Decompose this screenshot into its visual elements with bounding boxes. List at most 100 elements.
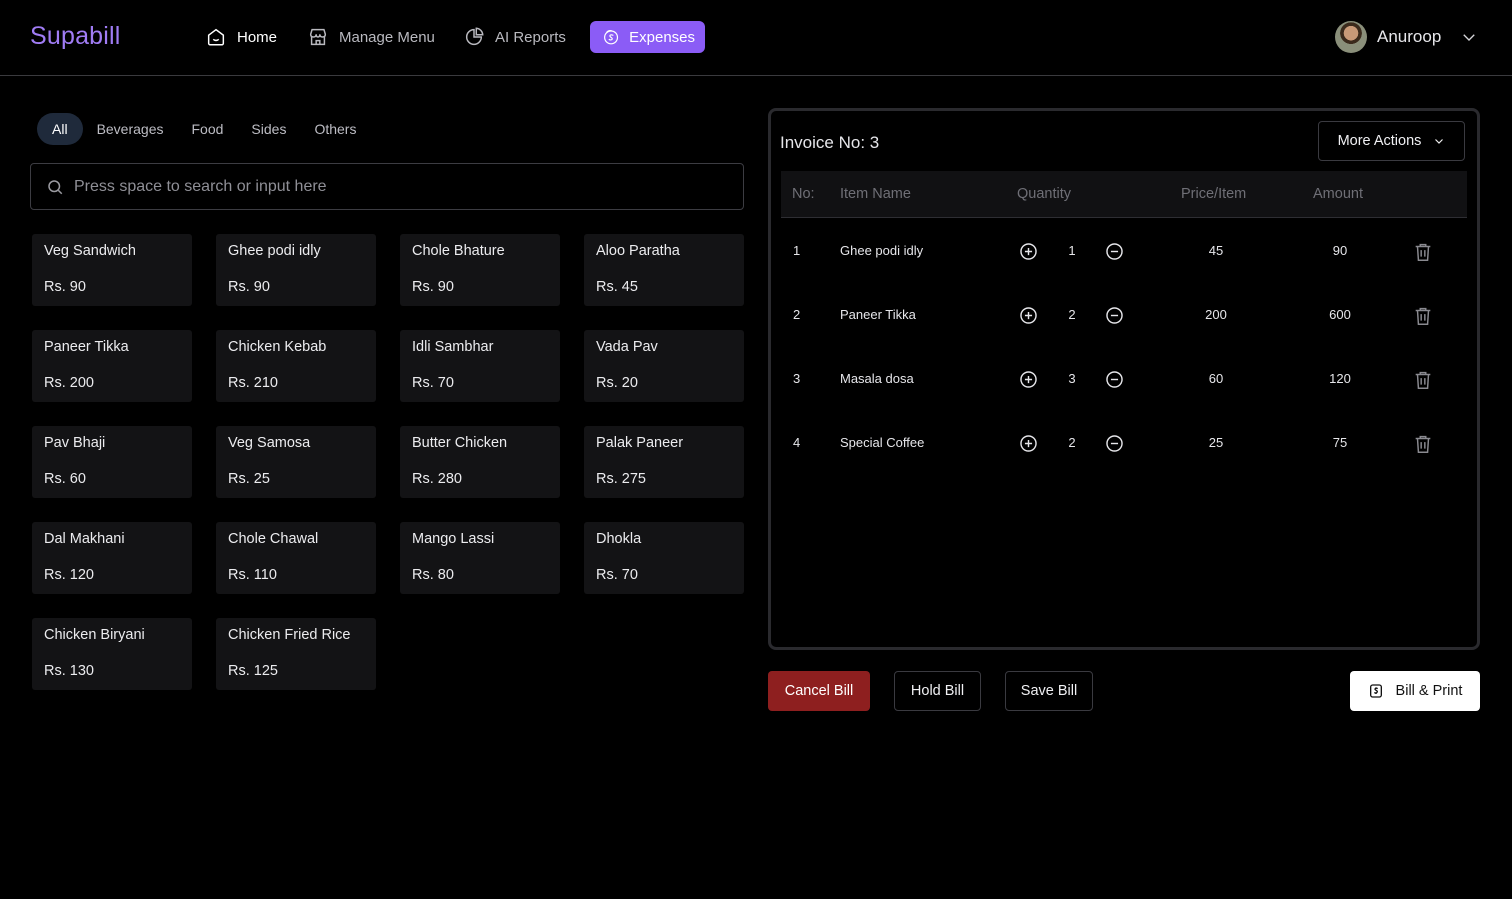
row-price: 200 — [1205, 307, 1227, 322]
menu-item-price: Rs. 20 — [596, 375, 638, 391]
row-item-name: Masala dosa — [840, 371, 914, 386]
cancel-bill-button[interactable]: Cancel Bill — [768, 671, 870, 711]
row-number: 4 — [793, 435, 801, 450]
bill-and-print-label: Bill & Print — [1395, 683, 1463, 699]
menu-item-price: Rs. 275 — [596, 471, 646, 487]
menu-item-name: Chicken Kebab — [228, 339, 327, 355]
minus-circle-icon[interactable] — [1105, 306, 1124, 325]
menu-item-card[interactable]: Butter Chicken Rs. 280 — [400, 426, 560, 498]
trash-icon[interactable] — [1412, 369, 1434, 391]
avatar[interactable] — [1335, 21, 1367, 53]
menu-item-name: Chole Chawal — [228, 531, 319, 547]
row-quantity: 2 — [1068, 435, 1076, 450]
menu-item-card[interactable]: Dal Makhani Rs. 120 — [32, 522, 192, 594]
search-input[interactable] — [74, 177, 714, 196]
more-actions-button[interactable]: More Actions — [1318, 121, 1465, 161]
expenses-icon — [604, 30, 619, 45]
bill-and-print-button[interactable]: Bill & Print — [1350, 671, 1480, 711]
row-item-name: Ghee podi idly — [840, 243, 924, 258]
tab-food[interactable]: Food — [178, 113, 238, 145]
menu-item-price: Rs. 60 — [44, 471, 86, 487]
menu-item-card[interactable]: Chole Chawal Rs. 110 — [216, 522, 376, 594]
plus-circle-icon[interactable] — [1019, 306, 1038, 325]
menu-item-card[interactable]: Veg Sandwich Rs. 90 — [32, 234, 192, 306]
plus-circle-icon[interactable] — [1019, 242, 1038, 261]
menu-item-card[interactable]: Aloo Paratha Rs. 45 — [584, 234, 744, 306]
tab-sides[interactable]: Sides — [237, 113, 300, 145]
minus-circle-icon[interactable] — [1105, 434, 1124, 453]
menu-item-card[interactable]: Chole Bhature Rs. 90 — [400, 234, 560, 306]
minus-circle-icon[interactable] — [1105, 242, 1124, 261]
menu-item-card[interactable]: Ghee podi idly Rs. 90 — [216, 234, 376, 306]
trash-icon[interactable] — [1412, 433, 1434, 455]
menu-item-name: Veg Sandwich — [44, 243, 136, 259]
row-price: 60 — [1208, 371, 1224, 386]
row-price: 25 — [1208, 435, 1224, 450]
row-quantity: 2 — [1068, 307, 1076, 322]
row-amount: 600 — [1329, 307, 1351, 322]
chevron-down-icon — [1435, 139, 1444, 144]
menu-item-price: Rs. 90 — [412, 279, 454, 295]
menu-item-name: Dhokla — [596, 531, 642, 547]
menu-item-card[interactable]: Paneer Tikka Rs. 200 — [32, 330, 192, 402]
save-bill-button[interactable]: Save Bill — [1005, 671, 1093, 711]
trash-icon[interactable] — [1412, 305, 1434, 327]
menu-item-name: Paneer Tikka — [44, 339, 129, 355]
table-row: 1 Ghee podi idly 1 45 90 — [781, 221, 1467, 285]
table-row: 3 Masala dosa 3 60 120 — [781, 349, 1467, 413]
top-navigation-bar: Supabill Home Manage Menu AI Reports Exp… — [0, 0, 1512, 76]
menu-item-card[interactable]: Dhokla Rs. 70 — [584, 522, 744, 594]
plus-circle-icon[interactable] — [1019, 370, 1038, 389]
row-quantity: 1 — [1068, 243, 1076, 258]
nav-manage-menu-label: Manage Menu — [339, 28, 435, 46]
row-price: 45 — [1208, 243, 1224, 258]
nav-expenses[interactable]: Expenses — [590, 21, 705, 53]
tab-others[interactable]: Others — [300, 113, 370, 145]
nav-home[interactable]: Home — [195, 21, 287, 53]
row-item-name: Paneer Tikka — [840, 307, 916, 322]
row-amount: 75 — [1332, 435, 1348, 450]
minus-circle-icon[interactable] — [1105, 370, 1124, 389]
search-icon — [48, 179, 63, 194]
menu-item-card[interactable]: Mango Lassi Rs. 80 — [400, 522, 560, 594]
menu-item-name: Palak Paneer — [596, 435, 684, 451]
tab-beverages[interactable]: Beverages — [83, 113, 178, 145]
hold-bill-button[interactable]: Hold Bill — [894, 671, 981, 711]
menu-item-name: Aloo Paratha — [596, 243, 680, 259]
menu-item-card[interactable]: Idli Sambhar Rs. 70 — [400, 330, 560, 402]
menu-item-name: Idli Sambhar — [412, 339, 494, 355]
trash-icon[interactable] — [1412, 241, 1434, 263]
plus-circle-icon[interactable] — [1019, 434, 1038, 453]
menu-item-price: Rs. 70 — [596, 567, 638, 583]
brand-logo-text[interactable]: Supabill — [30, 22, 121, 51]
tab-all[interactable]: All — [37, 113, 83, 145]
row-number: 1 — [793, 243, 801, 258]
user-name[interactable]: Anuroop — [1377, 27, 1441, 47]
menu-item-name: Mango Lassi — [412, 531, 495, 547]
menu-item-card[interactable]: Veg Samosa Rs. 25 — [216, 426, 376, 498]
invoice-panel: Invoice No: 3 More Actions No: Item Name… — [768, 108, 1480, 650]
menu-item-price: Rs. 200 — [44, 375, 94, 391]
pie-chart-icon — [465, 27, 484, 46]
menu-item-card[interactable]: Chicken Biryani Rs. 130 — [32, 618, 192, 690]
menu-item-name: Vada Pav — [596, 339, 658, 355]
table-row: 2 Paneer Tikka 2 200 600 — [781, 285, 1467, 349]
menu-item-card[interactable]: Chicken Kebab Rs. 210 — [216, 330, 376, 402]
invoice-title: Invoice No: 3 — [780, 133, 880, 152]
menu-item-name: Ghee podi idly — [228, 243, 321, 259]
nav-manage-menu[interactable]: Manage Menu — [297, 21, 445, 53]
search-box[interactable] — [30, 163, 744, 210]
menu-item-card[interactable]: Vada Pav Rs. 20 — [584, 330, 744, 402]
menu-item-card[interactable]: Palak Paneer Rs. 275 — [584, 426, 744, 498]
chevron-down-icon[interactable] — [1460, 28, 1478, 46]
menu-item-card[interactable]: Chicken Fried Rice Rs. 125 — [216, 618, 376, 690]
nav-ai-reports[interactable]: AI Reports — [453, 21, 576, 53]
menu-item-name: Chicken Fried Rice — [228, 627, 351, 643]
home-icon — [207, 28, 225, 46]
store-icon — [309, 28, 327, 46]
table-row: 4 Special Coffee 2 25 75 — [781, 413, 1467, 477]
nav-expenses-label: Expenses — [629, 28, 695, 46]
menu-item-card[interactable]: Pav Bhaji Rs. 60 — [32, 426, 192, 498]
menu-item-price: Rs. 120 — [44, 567, 94, 583]
menu-item-price: Rs. 280 — [412, 471, 462, 487]
